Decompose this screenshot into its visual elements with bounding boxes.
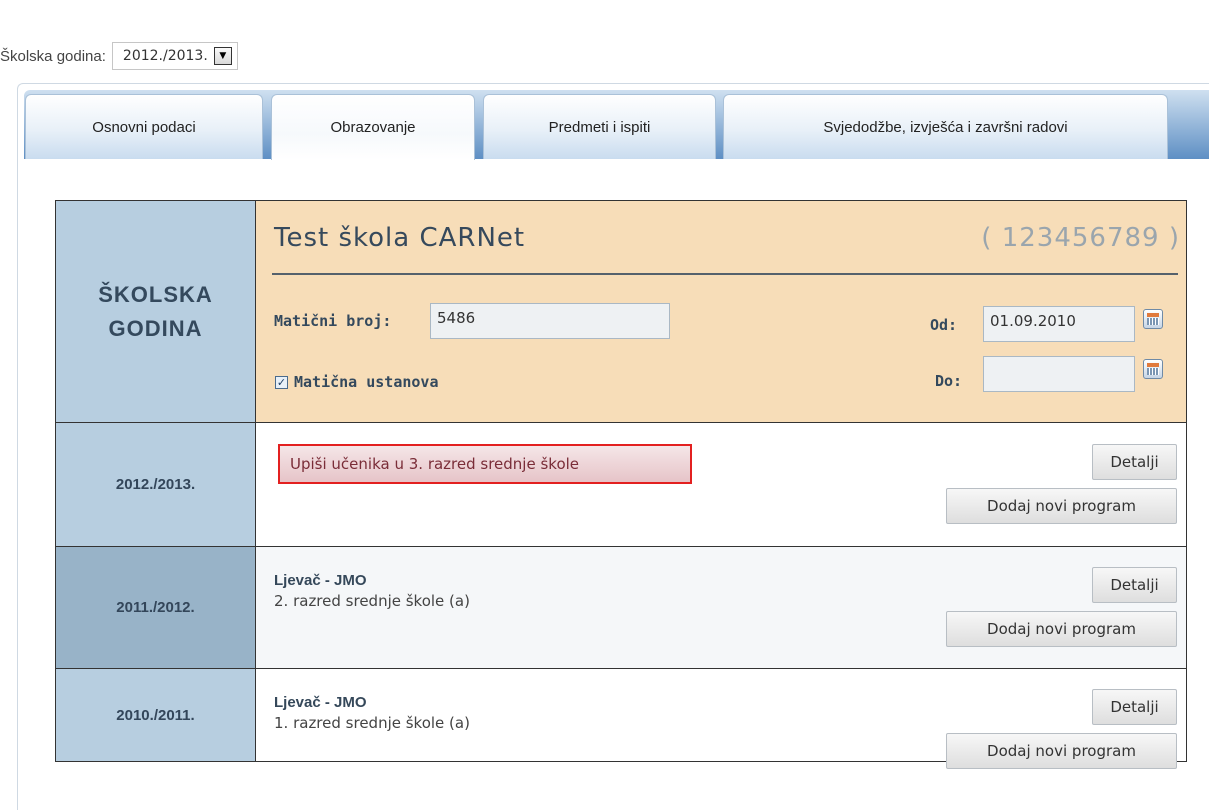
page: Školska godina: 2012./2013. ▼ Osnovni po… <box>0 0 1209 810</box>
details-button[interactable]: Detalji <box>1092 444 1177 480</box>
od-date-input[interactable]: 01.09.2010 <box>983 306 1135 342</box>
tab-svjedodzbe[interactable]: Svjedodžbe, izvješća i završni radovi <box>723 94 1168 159</box>
tab-predmeti-i-ispiti[interactable]: Predmeti i ispiti <box>483 94 716 159</box>
school-code: ( 123456789 ) <box>981 223 1180 253</box>
details-button[interactable]: Detalji <box>1092 689 1177 725</box>
school-name: Test škola CARNet <box>274 223 526 253</box>
program-title[interactable]: Ljevač - JMO <box>274 572 367 589</box>
school-year-dropdown[interactable]: 2012./2013. ▼ <box>111 42 238 70</box>
tab-bar: Osnovni podaci Obrazovanje Predmeti i is… <box>24 90 1209 160</box>
school-year-content: Ljevač - JMO 1. razred srednje škole (a)… <box>256 669 1186 769</box>
school-year-cell: 2011./2012. <box>56 547 256 668</box>
maticni-broj-input[interactable]: 5486 <box>430 303 670 339</box>
add-program-button[interactable]: Dodaj novi program <box>946 488 1177 524</box>
chevron-down-icon[interactable]: ▼ <box>213 47 232 65</box>
program-class: 1. razred srednje škole (a) <box>274 714 470 732</box>
tab-label: Obrazovanje <box>330 119 416 136</box>
od-label: Od: <box>930 316 958 334</box>
add-program-button[interactable]: Dodaj novi program <box>946 733 1177 769</box>
school-year-label: Školska godina: <box>0 47 106 65</box>
add-program-button[interactable]: Dodaj novi program <box>946 611 1177 647</box>
education-card: ŠKOLSKA GODINA Test škola CARNet ( 12345… <box>55 200 1187 769</box>
do-date-input[interactable] <box>983 356 1135 392</box>
school-year-heading-line1: ŠKOLSKA <box>98 281 213 307</box>
maticni-broj-label: Matični broj: <box>274 312 392 330</box>
school-year-value: 2012./2013. <box>122 48 208 64</box>
program-class: 2. razred srednje škole (a) <box>274 592 470 610</box>
school-year-cell: 2012./2013. <box>56 423 256 546</box>
school-info-panel: Test škola CARNet ( 123456789 ) Matični … <box>256 201 1186 422</box>
do-label: Do: <box>935 372 963 390</box>
school-year-content: Upiši učenika u 3. razred srednje škole … <box>256 423 1186 546</box>
details-button[interactable]: Detalji <box>1092 567 1177 603</box>
school-year-cell: 2010./2011. <box>56 669 256 761</box>
enroll-student-button[interactable]: Upiši učenika u 3. razred srednje škole <box>278 444 692 484</box>
tab-label: Osnovni podaci <box>92 118 196 136</box>
school-year-heading-line2: GODINA <box>108 315 203 341</box>
tab-label: Predmeti i ispiti <box>548 118 651 136</box>
maticna-ustanova-checkbox[interactable]: ✓ <box>275 376 288 389</box>
maticna-ustanova-label: Matična ustanova <box>294 373 439 391</box>
school-year-row: 2012./2013. Upiši učenika u 3. razred sr… <box>56 423 1186 547</box>
calendar-icon[interactable] <box>1143 309 1163 329</box>
school-year-selector: Školska godina: 2012./2013. ▼ <box>0 36 1209 76</box>
school-divider <box>272 273 1178 275</box>
school-header-row: ŠKOLSKA GODINA Test škola CARNet ( 12345… <box>56 201 1186 423</box>
school-year-row: 2011./2012. Ljevač - JMO 2. razred sredn… <box>56 547 1186 669</box>
tab-osnovni-podaci[interactable]: Osnovni podaci <box>25 94 263 159</box>
tab-obrazovanje[interactable]: Obrazovanje <box>271 94 475 160</box>
school-year-content: Ljevač - JMO 2. razred srednje škole (a)… <box>256 547 1186 668</box>
school-year-heading: ŠKOLSKA GODINA <box>56 201 256 422</box>
calendar-icon[interactable] <box>1143 359 1163 379</box>
tab-label: Svjedodžbe, izvješća i završni radovi <box>823 118 1068 136</box>
school-year-row: 2010./2011. Ljevač - JMO 1. razred sredn… <box>56 669 1186 769</box>
program-title[interactable]: Ljevač - JMO <box>274 694 367 711</box>
